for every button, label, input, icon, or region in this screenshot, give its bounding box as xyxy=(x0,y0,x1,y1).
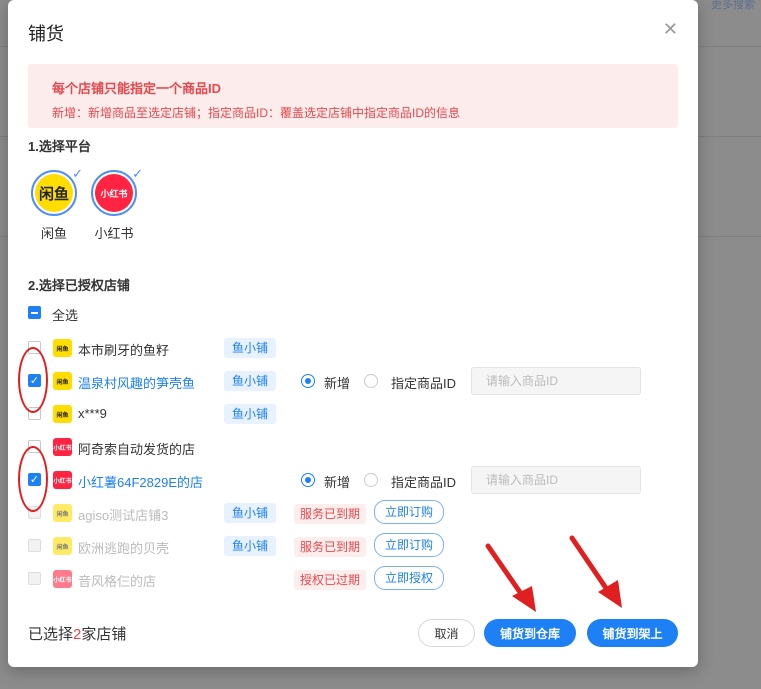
status-badge: 服务已到期 xyxy=(294,537,367,557)
selected-count: 已选择2家店铺 xyxy=(28,623,126,644)
mode-specify-label: 指定商品ID xyxy=(391,376,457,391)
shop-section-title: 2.选择已授权店铺 xyxy=(28,278,130,293)
mode-new-radio[interactable] xyxy=(301,473,315,487)
authorize-now-button[interactable]: 立即授权 xyxy=(374,566,445,590)
xianyu-shop-icon: 闲鱼 xyxy=(53,537,72,555)
platform-section-title: 1.选择平台 xyxy=(28,139,91,154)
xiaohongshu-shop-icon: 小红书 xyxy=(53,570,72,588)
product-id-input[interactable] xyxy=(471,466,641,494)
shop-name: 音风格仨的店 xyxy=(78,574,157,589)
modal-title: 铺货 xyxy=(28,24,64,44)
order-now-button[interactable]: 立即订购 xyxy=(374,500,445,524)
status-badge: 服务已到期 xyxy=(294,504,367,524)
mode-new-label: 新增 xyxy=(324,475,351,490)
xiaohongshu-logo-text: 小红书 xyxy=(100,188,128,199)
platform-label: 闲鱼 xyxy=(40,226,67,241)
shop-name: 本市刷牙的鱼籽 xyxy=(78,343,170,358)
status-badge: 授权已过期 xyxy=(294,570,367,590)
alert-description: 新增：新增商品至选定店铺；指定商品ID：覆盖选定店铺中指定商品ID的信息 xyxy=(52,106,461,120)
select-all-checkbox[interactable] xyxy=(28,306,41,319)
mode-new-label: 新增 xyxy=(324,376,351,391)
shop-row: 闲鱼 本市刷牙的鱼籽 鱼小铺 xyxy=(8,333,698,363)
xiaohongshu-logo-ring: 小红书 ✓ xyxy=(91,166,143,216)
order-now-button[interactable]: 立即订购 xyxy=(374,533,445,557)
xianyu-logo: 闲鱼 xyxy=(35,174,73,212)
mode-specify-radio[interactable] xyxy=(364,473,378,487)
xianyu-shop-icon: 闲鱼 xyxy=(53,405,72,423)
xiaohongshu-shop-icon: 小红书 xyxy=(53,471,72,489)
shop-type-tag: 鱼小铺 xyxy=(224,371,277,391)
xianyu-logo-ring: 闲鱼 ✓ xyxy=(31,166,83,216)
shop-name: x***9 xyxy=(78,406,107,421)
selected-count-suffix: 家店铺 xyxy=(81,626,127,643)
shop-name: agiso测试店铺3 xyxy=(78,508,169,523)
annotation-arrow xyxy=(569,535,622,608)
shop-name: 欧洲逃跑的贝壳 xyxy=(78,541,170,556)
close-icon[interactable]: ✕ xyxy=(663,20,678,38)
platform-xianyu[interactable]: 闲鱼 ✓ 闲鱼 xyxy=(28,166,83,242)
shop-name: 温泉村风趣的笋壳鱼 xyxy=(78,376,196,391)
shop-row: ✓ 小红书 小红薯64F2829E的店 新增 指定商品ID xyxy=(8,465,698,495)
shop-type-tag: 鱼小铺 xyxy=(224,536,277,556)
platform-label: 小红书 xyxy=(94,226,134,241)
xianyu-shop-icon: 闲鱼 xyxy=(53,372,72,390)
mode-specify-label: 指定商品ID xyxy=(391,475,457,490)
mode-specify-radio[interactable] xyxy=(364,374,378,388)
xiaohongshu-shop-icon: 小红书 xyxy=(53,438,72,456)
shop-row: 小红书 阿奇索自动发货的店 xyxy=(8,432,698,462)
xianyu-logo-text: 闲鱼 xyxy=(38,185,69,203)
cancel-button[interactable]: 取消 xyxy=(418,619,475,647)
shop-type-tag: 鱼小铺 xyxy=(224,503,277,523)
select-all-label: 全选 xyxy=(52,308,79,323)
shop-type-tag: 鱼小铺 xyxy=(224,404,277,424)
annotation-ellipse xyxy=(18,347,48,413)
shop-row: ✓ 闲鱼 温泉村风趣的笋壳鱼 鱼小铺 新增 指定商品ID xyxy=(8,366,698,396)
shop-row: 闲鱼 x***9 鱼小铺 xyxy=(8,399,698,429)
shop-type-tag: 鱼小铺 xyxy=(224,338,277,358)
platform-xiaohongshu[interactable]: 小红书 ✓ 小红书 xyxy=(88,166,143,242)
xianyu-shop-icon: 闲鱼 xyxy=(53,504,72,522)
info-alert: 每个店铺只能指定一个商品ID 新增：新增商品至选定店铺；指定商品ID：覆盖选定店… xyxy=(28,64,678,128)
distribute-to-shelf-button[interactable]: 铺货到架上 xyxy=(587,619,678,647)
alert-title: 每个店铺只能指定一个商品ID xyxy=(52,81,222,96)
shop-checkbox xyxy=(28,539,41,552)
mode-new-radio[interactable] xyxy=(301,374,315,388)
xiaohongshu-logo: 小红书 xyxy=(95,174,133,212)
check-icon: ✓ xyxy=(132,166,143,181)
shop-checkbox xyxy=(28,572,41,585)
xianyu-shop-icon: 闲鱼 xyxy=(53,339,72,357)
shop-row: 闲鱼 agiso测试店铺3 鱼小铺 服务已到期 立即订购 xyxy=(8,498,698,528)
annotation-ellipse xyxy=(18,446,48,512)
check-icon: ✓ xyxy=(72,166,83,181)
selected-count-prefix: 已选择 xyxy=(28,626,74,643)
shop-name: 小红薯64F2829E的店 xyxy=(78,475,203,490)
product-id-input[interactable] xyxy=(471,367,641,395)
background-more-search-link[interactable]: 更多搜索 xyxy=(711,0,755,12)
annotation-arrow xyxy=(485,543,536,612)
distribute-to-warehouse-button[interactable]: 铺货到仓库 xyxy=(484,619,576,647)
shop-name: 阿奇索自动发货的店 xyxy=(78,442,196,457)
